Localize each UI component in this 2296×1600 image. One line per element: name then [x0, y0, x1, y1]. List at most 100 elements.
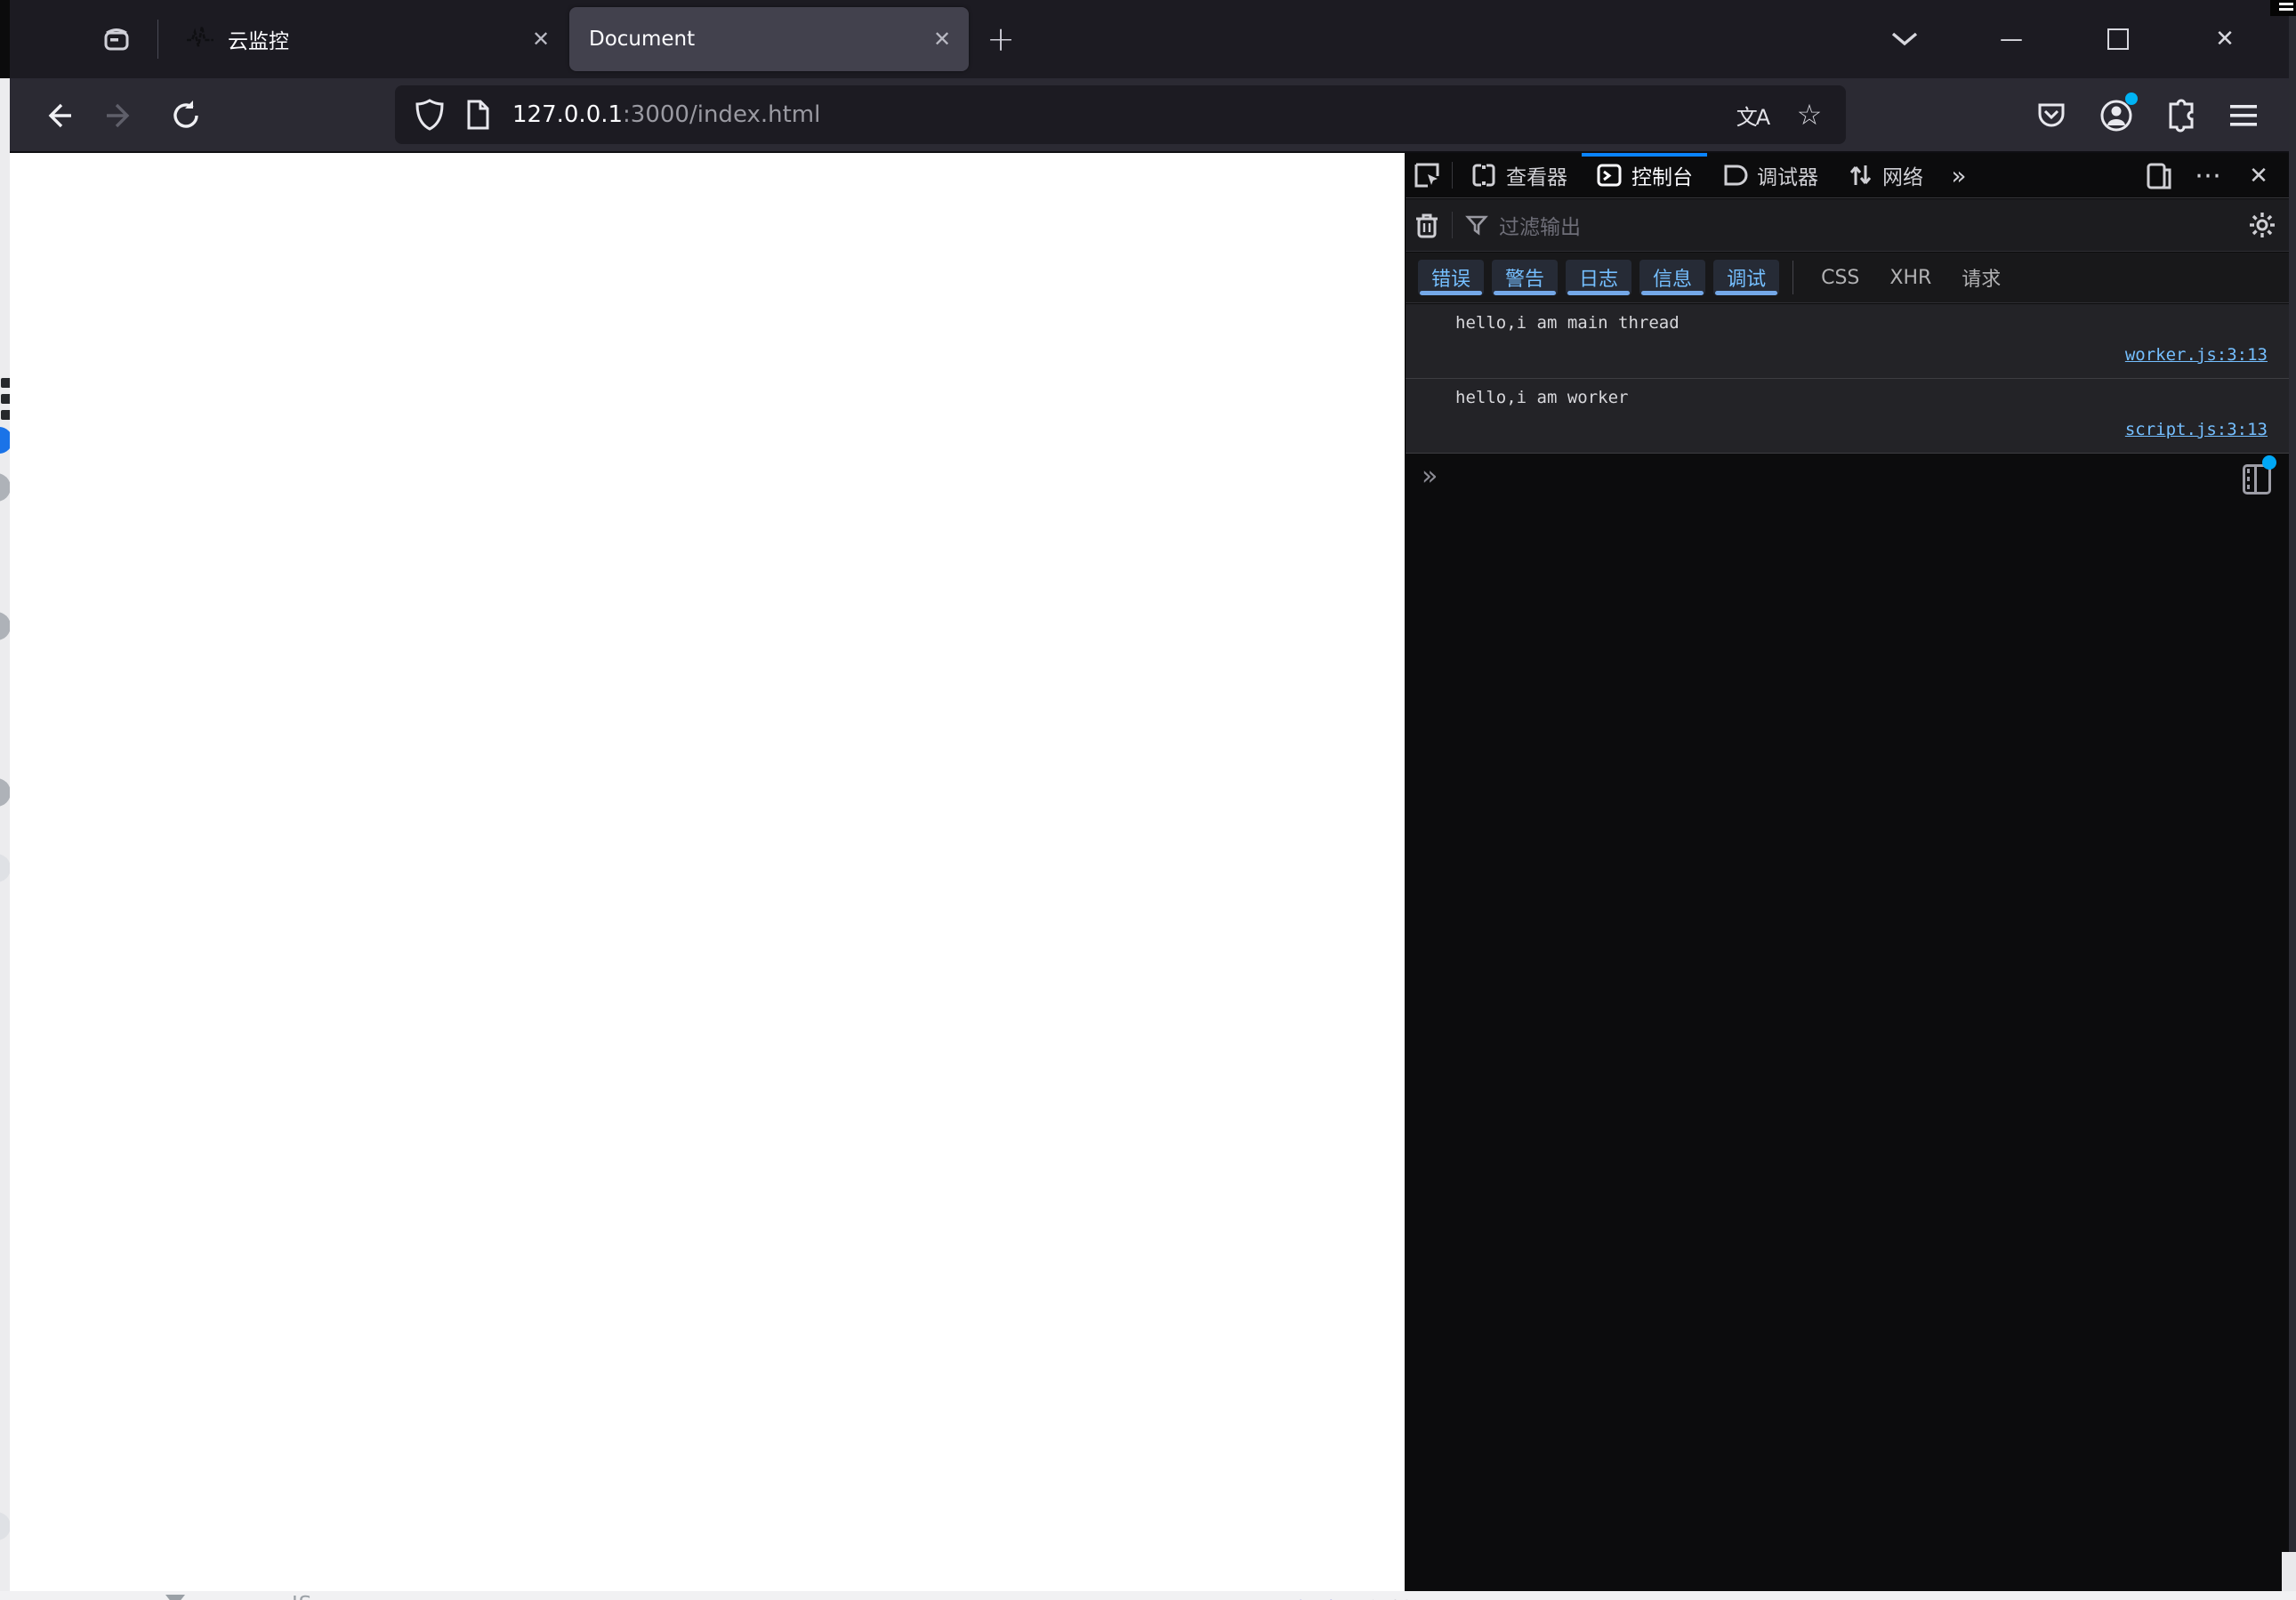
page-viewport [10, 153, 1405, 1591]
responsive-mode-button[interactable] [2138, 153, 2180, 198]
url-path: :3000/index.html [623, 101, 821, 128]
pick-element-button[interactable] [1406, 153, 1448, 197]
underlying-window-left-sliver [0, 0, 10, 1600]
close-icon: ✕ [531, 27, 551, 52]
devtools-tab-debugger[interactable]: 调试器 [1707, 153, 1833, 197]
clear-console-button[interactable] [1406, 199, 1448, 251]
tab-label: 调试器 [1757, 166, 1818, 189]
list-lines-icon [1, 410, 10, 420]
console-input-row[interactable]: » [1406, 454, 2289, 507]
source-link[interactable]: script.js:3:13 [2125, 420, 2268, 439]
tab-label: 网络 [1882, 166, 1923, 189]
tab-cloud-monitor[interactable]: 云监控 ✕ [169, 7, 568, 71]
back-button[interactable] [33, 91, 83, 141]
filter-divider [1792, 261, 1794, 294]
minimize-icon: — [2000, 26, 2023, 52]
bookmark-star-button[interactable]: ☆ [1789, 94, 1830, 135]
console-settings-button[interactable] [2241, 199, 2284, 251]
devtools-close-button[interactable]: ✕ [2237, 153, 2280, 198]
source-link[interactable]: worker.js:3:13 [2125, 345, 2268, 365]
translate-button[interactable]: 文A [1732, 94, 1773, 135]
console-filter-bar: 过滤输出 [1406, 199, 2289, 252]
filter-chip-logs[interactable]: 日志 [1566, 260, 1632, 295]
maximize-button[interactable] [2090, 14, 2147, 64]
filter-chip-debug[interactable]: 调试 [1713, 260, 1780, 295]
reload-button[interactable] [161, 91, 211, 141]
console-filter-input[interactable]: 过滤输出 [1456, 199, 2241, 251]
gray-badge [0, 612, 10, 640]
underlying-window-right-sliver [2289, 0, 2296, 1552]
inspector-icon [1470, 162, 1497, 189]
split-console-icon[interactable] [2243, 455, 2276, 494]
meatball-menu-icon: ⋯ [2195, 160, 2223, 191]
devtools-tab-inspector[interactable]: 查看器 [1456, 153, 1582, 197]
devtools-menu-button[interactable]: ⋯ [2187, 153, 2230, 198]
firefox-view-icon [99, 21, 134, 57]
tab-title: Document [589, 28, 696, 51]
tab-close-button[interactable]: ✕ [523, 21, 559, 57]
gray-badge [0, 854, 10, 882]
blue-dot-icon [0, 427, 10, 454]
close-icon: ✕ [2249, 162, 2268, 189]
tab-bar: 云监控 ✕ Document ✕ + — ✕ [10, 0, 2289, 78]
network-icon [1847, 162, 1873, 189]
devtools-tab-network[interactable]: 网络 [1833, 153, 1938, 197]
toolbar-divider [1452, 212, 1453, 238]
screen: 云监控 ✕ Document ✕ + — ✕ 127.0.0.1:3000/in… [0, 0, 2296, 1600]
account-button[interactable] [2091, 91, 2141, 141]
hamburger-menu-button[interactable] [2219, 91, 2268, 141]
responsive-mode-icon [2146, 162, 2172, 190]
screen-edge-artifact [2270, 0, 2296, 16]
tabbar-divider [157, 20, 158, 59]
debugger-icon [1721, 162, 1748, 189]
trash-icon [1414, 211, 1439, 239]
console-prompt-icon: » [1422, 461, 1438, 492]
filter-requests[interactable]: 请求 [1946, 263, 2016, 292]
message-text: hello,i am worker [1455, 388, 1629, 407]
new-tab-button[interactable]: + [976, 14, 1026, 64]
tab-title: 云监控 [228, 30, 289, 53]
tab-label: 控制台 [1631, 166, 1693, 189]
minimize-button[interactable]: — [1983, 14, 2040, 64]
notification-dot [2125, 92, 2138, 105]
page-icon[interactable] [464, 99, 491, 131]
console-level-filters: 错误 警告 日志 信息 调试 CSS XHR 请求 [1406, 253, 2289, 303]
forward-icon [104, 100, 136, 132]
filter-css[interactable]: CSS [1806, 267, 1874, 289]
devtools-panel: 查看器 控制台 调试器 网络 » ⋯ ✕ 过滤输出 错误 警告 日志 信息 调试… [1405, 153, 2289, 1591]
pulse-favicon-icon [185, 24, 215, 54]
tab-document-active[interactable]: Document ✕ [569, 7, 969, 71]
console-message: hello,i am worker script.js:3:13 [1406, 379, 2289, 454]
url-bar[interactable]: 127.0.0.1:3000/index.html 文A ☆ [395, 85, 1846, 144]
firefox-view-button[interactable] [92, 14, 141, 64]
message-text: hello,i am main thread [1455, 313, 1680, 333]
close-icon: ✕ [2215, 26, 2235, 52]
code-explain-link[interactable]: JS代码解读 [1233, 1593, 1339, 1600]
star-icon: ☆ [1796, 98, 1823, 132]
tab-close-button[interactable]: ✕ [924, 21, 960, 57]
hamburger-icon [2228, 103, 2259, 128]
forward-button[interactable] [95, 91, 145, 141]
url-text[interactable]: 127.0.0.1:3000/index.html [512, 101, 1732, 128]
gear-icon [2248, 211, 2276, 239]
funnel-icon [1465, 213, 1488, 237]
maximize-icon [2107, 28, 2129, 50]
underlying-window-bottom-sliver: JS JS代码解读 复制代码 [0, 1591, 2296, 1600]
list-lines-icon [1, 394, 10, 404]
notification-dot [2262, 455, 2276, 470]
window-close-button[interactable]: ✕ [2196, 14, 2253, 64]
list-lines-icon [1, 378, 10, 388]
list-all-tabs-button[interactable] [1876, 14, 1933, 64]
filter-chip-info[interactable]: 信息 [1639, 260, 1706, 295]
split-lines [2247, 469, 2250, 473]
more-tabs-button[interactable]: » [1938, 153, 1980, 197]
devtools-tab-console[interactable]: 控制台 [1582, 153, 1707, 197]
tab-label: 查看器 [1506, 166, 1567, 189]
extensions-button[interactable] [2157, 91, 2207, 141]
pocket-button[interactable] [2026, 91, 2076, 141]
copy-code-link[interactable]: 复制代码 [1367, 1593, 1453, 1600]
devtools-toolbar: 查看器 控制台 调试器 网络 » ⋯ ✕ [1406, 153, 2289, 198]
filter-chip-warnings[interactable]: 警告 [1492, 260, 1559, 295]
filter-xhr[interactable]: XHR [1874, 267, 1946, 289]
filter-chip-errors[interactable]: 错误 [1418, 260, 1485, 295]
